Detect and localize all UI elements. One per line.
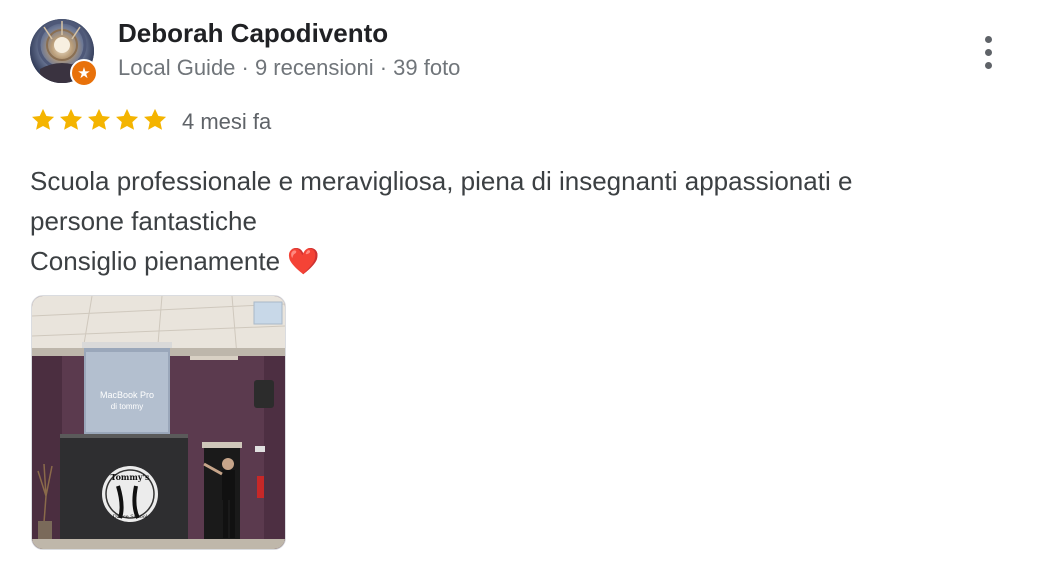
star-icon (141, 106, 169, 134)
author-meta: Local Guide · 9 recensioni · 39 foto (118, 55, 461, 80)
star-icon (29, 106, 57, 134)
review-text-line: persone fantastiche (30, 206, 257, 236)
more-vertical-icon (984, 35, 992, 43)
review-text-line: Consiglio pienamente ❤️ (30, 246, 320, 276)
photo-logo-sub: Dance School (113, 514, 148, 520)
star-icon (57, 106, 85, 134)
review-date: 4 mesi fa (182, 109, 272, 134)
star-icon (113, 106, 141, 134)
star-icon (85, 106, 113, 134)
avatar[interactable]: ★ (30, 19, 98, 87)
photo-screen-line1: MacBook Pro (100, 390, 154, 400)
more-options-button[interactable] (970, 30, 1006, 74)
star-rating (29, 106, 169, 136)
photo-screen-line2: di tommy (111, 402, 143, 411)
author-name[interactable]: Deborah Capodivento (118, 18, 388, 49)
review-text-line: Scuola professionale e meravigliosa, pie… (30, 166, 853, 196)
more-vertical-icon-dot (984, 48, 992, 56)
review-photo[interactable]: MacBook Pro di tommy Tommy's Dance Schoo… (31, 295, 286, 550)
more-vertical-icon-dot (984, 61, 992, 69)
review-text: Scuola professionale e meravigliosa, pie… (30, 161, 990, 281)
photo-logo-text: Tommy's (111, 472, 150, 482)
review-card: ★ Deborah Capodivento Local Guide · 9 re… (0, 0, 1042, 578)
local-guide-badge-icon: ★ (70, 59, 98, 87)
